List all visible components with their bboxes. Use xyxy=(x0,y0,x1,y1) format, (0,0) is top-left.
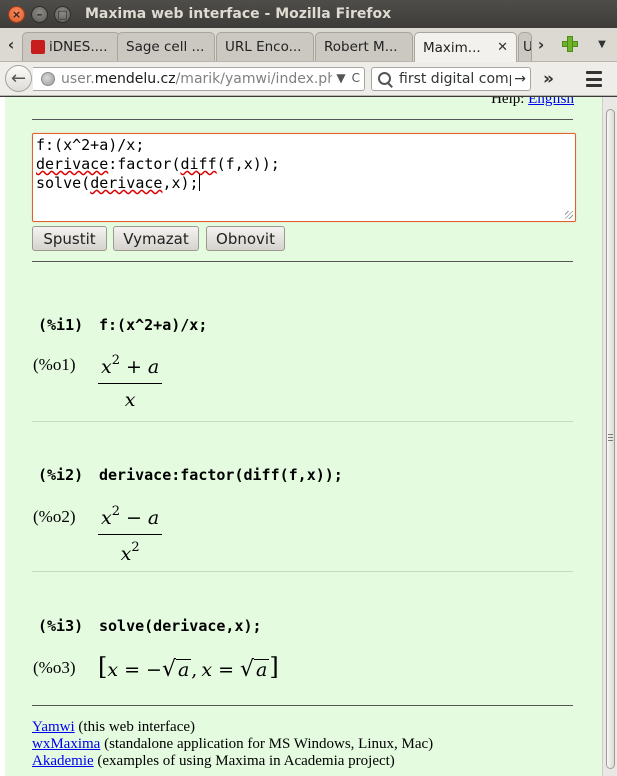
tab-label: Robert M... xyxy=(324,39,398,55)
window-title: Maxima web interface - Mozilla Firefox xyxy=(85,6,392,22)
divider xyxy=(32,705,573,706)
back-arrow-icon[interactable]: ← xyxy=(5,65,32,92)
output-math: x2− a x2 xyxy=(98,504,163,565)
input-label: (%i2) xyxy=(38,466,84,484)
footer-line: Akademie (examples of using Maxima in Ac… xyxy=(32,753,395,769)
input-code: derivace:factor(diff(f,x)); xyxy=(99,466,343,484)
search-go-icon[interactable]: → xyxy=(511,71,526,87)
cell-divider xyxy=(32,571,573,572)
input-label: (%i1) xyxy=(38,316,84,334)
globe-icon xyxy=(41,72,55,86)
window-close-button[interactable]: × xyxy=(8,5,25,23)
clear-button[interactable]: Vymazat xyxy=(113,226,199,251)
navigation-bar: ← user. mendelu.cz/marik/yamwi/index.ph ▼… xyxy=(0,62,617,96)
reload-icon[interactable]: C xyxy=(352,71,360,85)
idnes-favicon-icon xyxy=(31,40,45,54)
tab-url-encode[interactable]: URL Enco... xyxy=(216,32,314,61)
help-line: Help: English xyxy=(491,97,574,108)
url-input[interactable]: user. mendelu.cz/marik/yamwi/index.ph ▼ C xyxy=(33,67,365,91)
help-label: Help: xyxy=(491,97,529,107)
tab-scroll-left-icon[interactable]: ‹ xyxy=(0,28,22,61)
input-label: (%i3) xyxy=(38,617,84,635)
reload-button[interactable]: Obnovit xyxy=(206,226,285,251)
vertical-scrollbar[interactable] xyxy=(602,97,617,776)
window-maximize-button[interactable]: □ xyxy=(54,5,71,23)
maxima-page: Help: English f:(x^2+a)/x; derivace:fact… xyxy=(5,97,602,776)
footer-line: Yamwi (this web interface) xyxy=(32,719,196,735)
tab-label: Maxim... xyxy=(423,39,481,56)
output-math: [ x = − √ a , x = √ a ] xyxy=(98,653,279,682)
scrollbar-thumb[interactable] xyxy=(606,109,615,769)
tab-sage-cell[interactable]: Sage cell ... xyxy=(117,32,215,61)
tab-label: Sage cell ... xyxy=(126,39,205,55)
text-caret xyxy=(198,174,200,191)
input-code: solve(derivace,x); xyxy=(99,617,262,635)
wxmaxima-link[interactable]: wxMaxima xyxy=(32,736,100,752)
tab-close-icon[interactable]: ✕ xyxy=(497,40,508,55)
hamburger-menu-icon[interactable] xyxy=(586,71,602,87)
tab-label: iDNES.... xyxy=(49,39,108,55)
divider xyxy=(32,261,573,262)
toolbar-overflow-icon[interactable]: » xyxy=(543,69,554,89)
tab-list-dropdown-icon[interactable]: ▼ xyxy=(592,28,612,61)
footer-line: wxMaxima (standalone application for MS … xyxy=(32,736,434,752)
output-label: (%o1) xyxy=(33,355,76,374)
tab-label: URL Enco... xyxy=(225,39,302,55)
resize-grip-icon[interactable] xyxy=(565,211,573,219)
help-english-link[interactable]: English xyxy=(528,97,574,107)
url-domain: mendelu.cz xyxy=(94,71,176,87)
input-code: f:(x^2+a)/x; xyxy=(99,316,208,334)
output-math: x2 + a x xyxy=(98,353,163,411)
url-prefix: user. xyxy=(61,71,95,87)
divider xyxy=(32,119,573,120)
output-label: (%o3) xyxy=(33,658,76,677)
output-label: (%o2) xyxy=(33,507,76,526)
search-icon xyxy=(376,70,394,88)
search-input[interactable]: first digital compu → xyxy=(371,67,531,91)
akademie-link[interactable]: Akademie xyxy=(32,753,94,769)
tab-idnes[interactable]: iDNES.... xyxy=(22,32,120,61)
url-history-dropdown-icon[interactable]: ▼ xyxy=(336,71,345,85)
content-viewport: Help: English f:(x^2+a)/x; derivace:fact… xyxy=(0,97,617,776)
tab-strip: ‹ iDNES.... Sage cell ... URL Enco... Ro… xyxy=(0,28,617,62)
new-tab-plus-icon[interactable] xyxy=(559,33,581,55)
tab-robert-m[interactable]: Robert M... xyxy=(315,32,413,61)
url-path: /marik/yamwi/index.ph xyxy=(175,71,337,87)
cell-divider xyxy=(32,421,573,422)
tab-maxima[interactable]: Maxim... ✕ xyxy=(414,32,517,62)
window-minimize-button[interactable]: – xyxy=(31,5,48,23)
search-value: first digital compu xyxy=(399,71,527,87)
tab-scroll-right-icon[interactable]: › xyxy=(530,28,552,61)
run-button[interactable]: Spustit xyxy=(32,226,107,251)
maxima-input-textarea[interactable]: f:(x^2+a)/x; derivace:factor(diff(f,x));… xyxy=(32,133,576,222)
window-titlebar: × – □ Maxima web interface - Mozilla Fir… xyxy=(0,0,617,28)
yamwi-link[interactable]: Yamwi xyxy=(32,719,75,735)
